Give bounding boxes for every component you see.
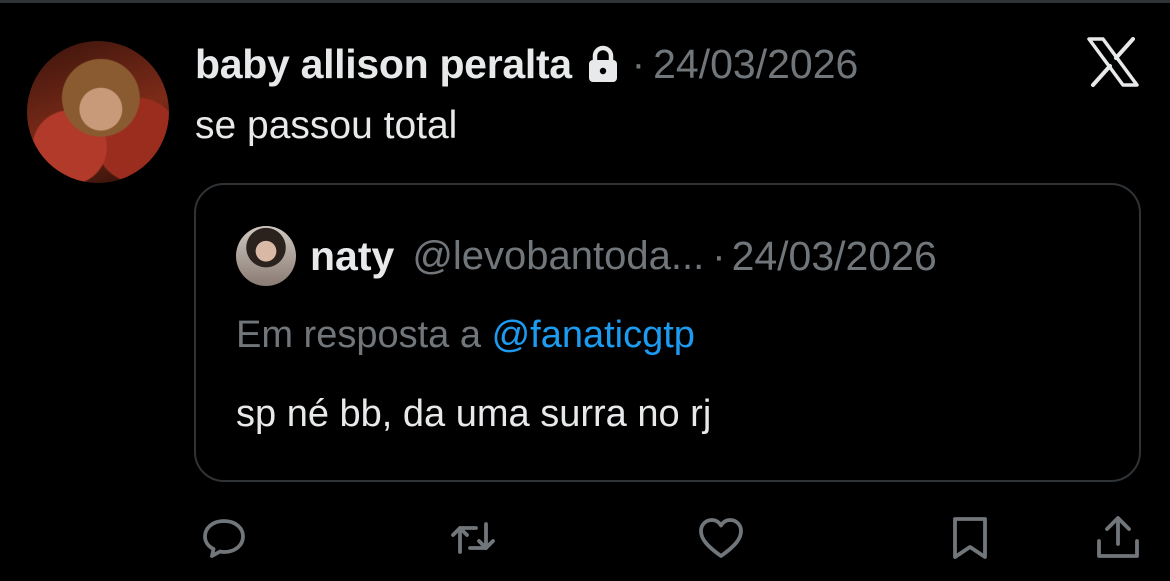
quoted-author-handle[interactable]: @levobantoda...	[412, 234, 704, 279]
bookmark-icon[interactable]	[944, 514, 996, 562]
separator-dot: ·	[631, 41, 646, 86]
lock-icon	[586, 44, 620, 84]
share-icon[interactable]	[1092, 514, 1144, 562]
x-logo-icon	[1087, 37, 1139, 87]
author-avatar[interactable]	[27, 41, 169, 183]
quoted-tweet-date[interactable]: 24/03/2026	[732, 233, 937, 280]
reply-context: Em resposta a @fanaticgtp	[236, 314, 695, 357]
quoted-author-avatar[interactable]	[236, 226, 296, 286]
quoted-tweet-text: sp né bb, da uma surra no rj	[236, 393, 712, 435]
top-divider	[0, 0, 1170, 3]
retweet-icon[interactable]	[447, 514, 499, 562]
tweet-text: se passou total	[195, 104, 458, 147]
quoted-tweet-header: naty @levobantoda... · 24/03/2026	[310, 228, 937, 284]
tweet-header: baby allison peralta · 24/03/2026	[195, 36, 858, 92]
quoted-separator-dot: ·	[712, 233, 726, 278]
reply-icon[interactable]	[198, 514, 250, 562]
tweet-date[interactable]: 24/03/2026	[653, 41, 858, 88]
author-name[interactable]: baby allison peralta	[195, 41, 572, 88]
reply-mention-link[interactable]: @fanaticgtp	[492, 314, 695, 356]
quoted-author-name[interactable]: naty	[310, 233, 394, 280]
like-icon[interactable]	[695, 514, 747, 562]
reply-prefix: Em resposta a	[236, 314, 481, 356]
